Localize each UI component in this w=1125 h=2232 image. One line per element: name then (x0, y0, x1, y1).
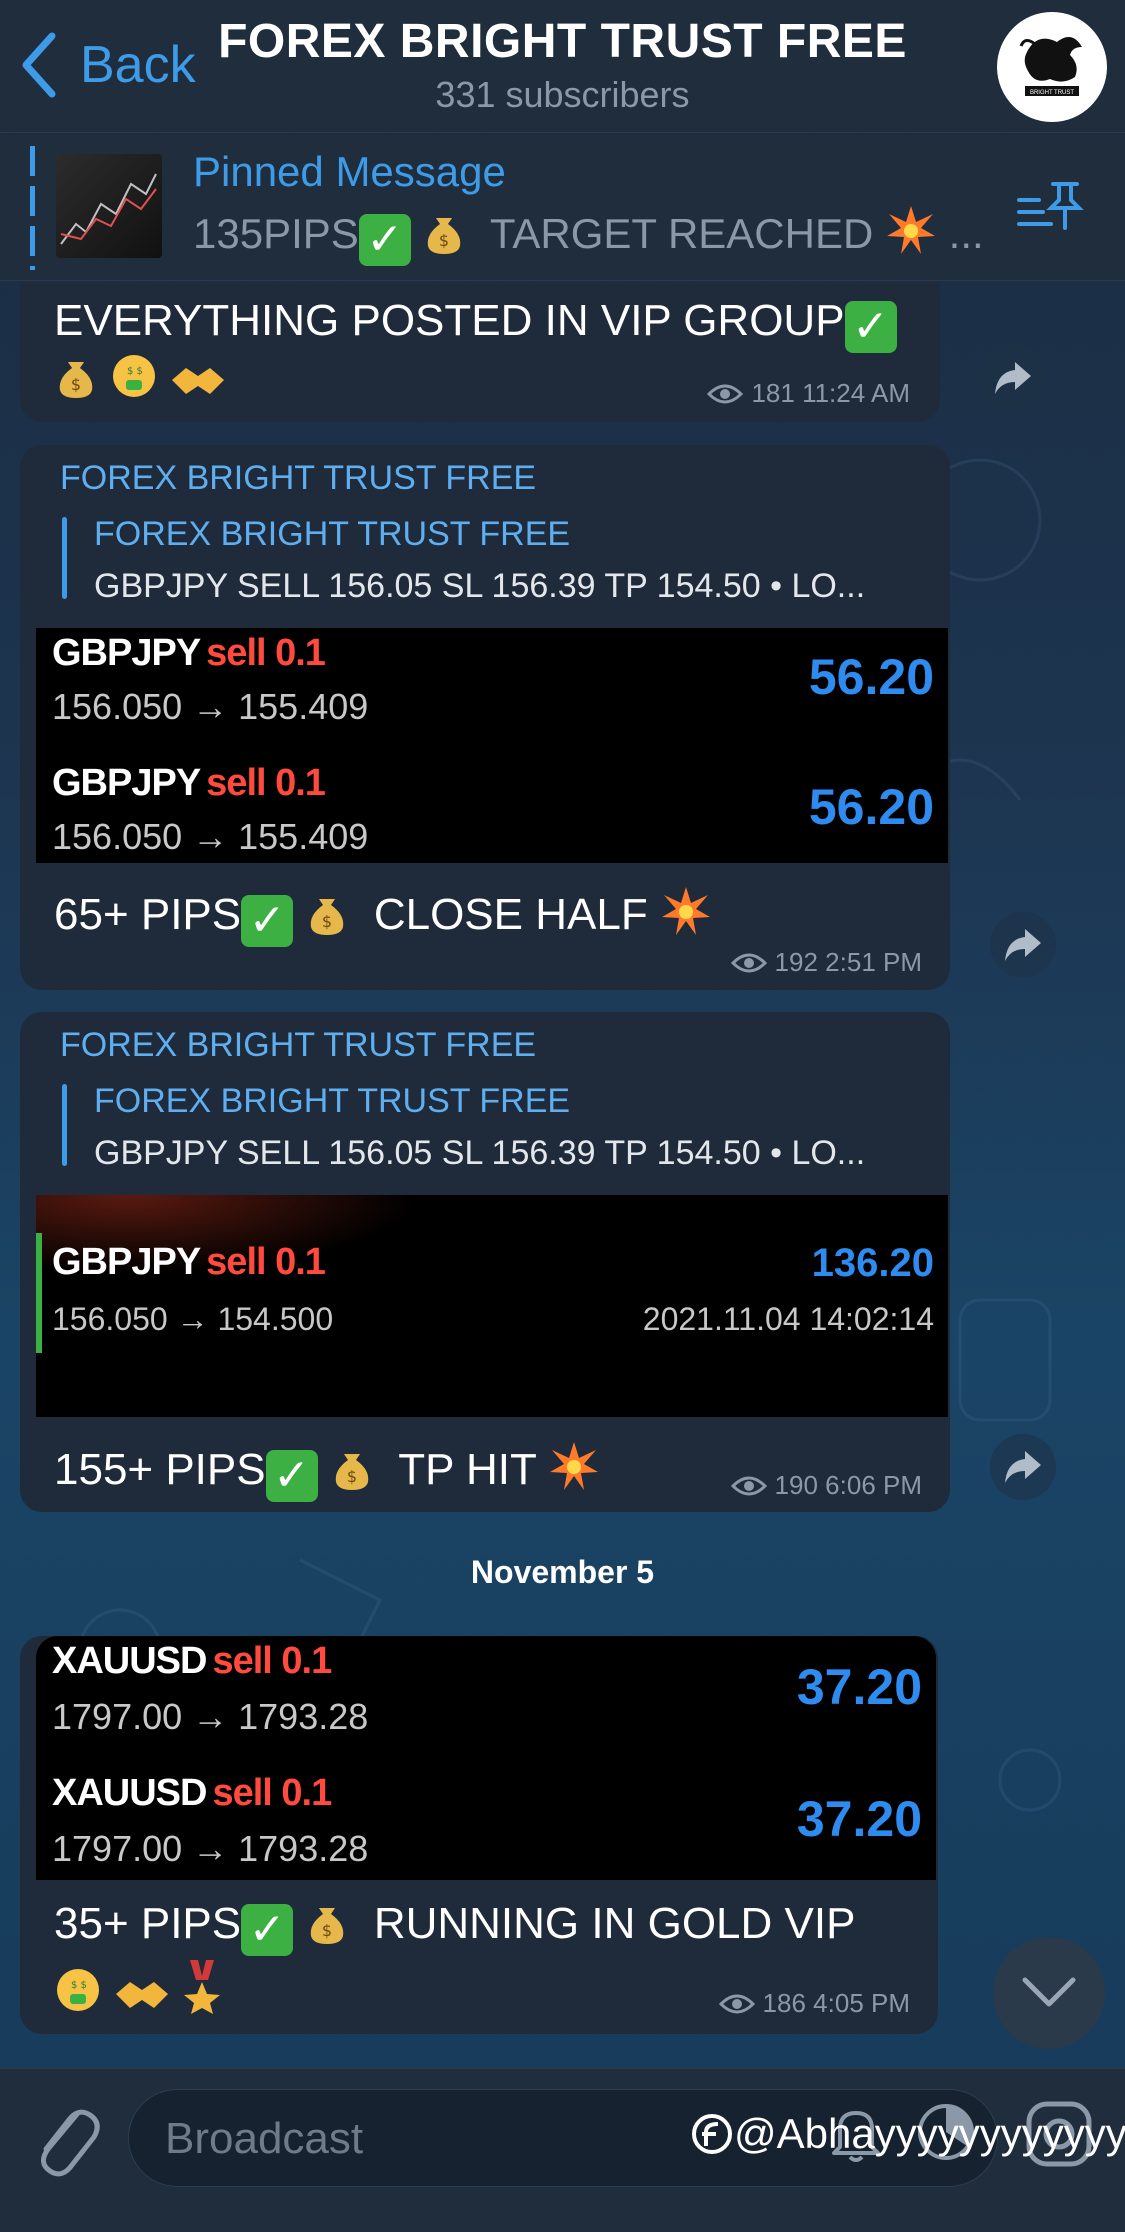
pinned-label: Pinned Message (193, 148, 506, 195)
forward-arrow-icon (995, 362, 1031, 394)
svg-text:$: $ (322, 1921, 332, 1940)
trade-profit: 56.20 (808, 779, 934, 835)
collision-icon (886, 206, 935, 254)
trade-screenshot[interactable]: XAUUSD sell 0.1 1797.00 → 1793.28 37.20 X… (36, 1636, 936, 1880)
forward-arrow-icon (1005, 1451, 1041, 1483)
quote-indicator (62, 517, 67, 599)
pinned-message-bar[interactable]: Pinned Message 135PIPS ✓ $ TARGET REACHED… (0, 134, 1125, 281)
pinned-text: 135PIPS ✓ $ TARGET REACHED ... (193, 204, 984, 266)
trade-profit: 136.20 (811, 1241, 934, 1285)
trade-symbol: GBPJPY sell 0.1 (52, 632, 326, 674)
subscriber-count: 331 subscribers (435, 74, 690, 115)
trade-prices: 156.050 → 155.409 (52, 686, 369, 727)
message-text: 35+ PIPS ✓ $ RUNNING IN GOLD VIP (54, 1899, 856, 1956)
trade-profit: 56.20 (808, 649, 934, 705)
quote-indicator (62, 1084, 67, 1166)
channel-title[interactable]: FOREX BRIGHT TRUST FREE (0, 14, 1125, 69)
trade-screenshot[interactable]: GBPJPY sell 0.1 156.050 → 155.409 56.20 G… (36, 628, 948, 863)
svg-text:$: $ (347, 1467, 357, 1486)
trade-profit: 37.20 (796, 1791, 922, 1847)
quote-author: FOREX BRIGHT TRUST FREE (94, 515, 571, 553)
money-bag-icon: $ (59, 362, 93, 398)
svg-text:$: $ (71, 375, 81, 394)
chart-thumbnail-icon (60, 173, 157, 245)
position-indicator (36, 1233, 42, 1353)
trade-symbol: GBPJPY sell 0.1 (52, 762, 326, 804)
channel-avatar[interactable]: BRIGHT TRUST (997, 12, 1107, 122)
handshake-icon (116, 1982, 169, 2008)
eye-icon (730, 953, 767, 972)
trade-screenshot[interactable]: GBPJPY sell 0.1 156.050 → 154.500 136.20 … (36, 1195, 948, 1417)
pinned-indicator (30, 146, 35, 270)
handshake-icon (172, 368, 225, 394)
svg-text:$ $: $ $ (127, 366, 143, 377)
message-bubble: FOREX BRIGHT TRUST FREE FOREX BRIGHT TRU… (20, 445, 950, 990)
message-bubble: EVERYTHING POSTED IN VIP GROUP ✓ $ $ $ 18… (20, 282, 940, 422)
emoji-row: $ $ (54, 1958, 222, 2017)
message-meta: 181 11:24 AM (707, 378, 910, 409)
check-mark-icon: ✓ (265, 1450, 318, 1502)
forward-arrow-icon (1005, 929, 1041, 961)
chat-header: Back FOREX BRIGHT TRUST FREE 331 subscri… (0, 0, 1125, 133)
scroll-to-bottom-button[interactable] (993, 1937, 1105, 2049)
message-text: 65+ PIPS ✓ $ CLOSE HALF (54, 885, 712, 947)
input-placeholder: Broadcast (165, 2114, 364, 2163)
check-mark-icon: ✓ (241, 1904, 294, 1956)
money-bag-icon: $ (311, 1908, 344, 1944)
check-mark-icon: ✓ (844, 301, 897, 353)
check-mark-icon: ✓ (241, 895, 294, 947)
svg-text:$: $ (322, 912, 332, 931)
bull-logo-icon: BRIGHT TRUST (1019, 37, 1082, 96)
emoji-row: $ $ $ (54, 352, 226, 403)
trade-prices: 156.050 → 154.500 (52, 1301, 334, 1337)
svg-text:$ $: $ $ (71, 1980, 87, 1991)
military-medal-icon (184, 1960, 221, 2014)
pinned-thumbnail (56, 154, 162, 258)
collision-icon (550, 1442, 599, 1490)
svg-text:BRIGHT TRUST: BRIGHT TRUST (1030, 90, 1074, 96)
pin-list-icon[interactable] (1015, 178, 1085, 238)
brand-logo-icon (692, 2114, 732, 2154)
trade-prices: 156.050 → 155.409 (52, 816, 369, 857)
eye-icon (718, 1994, 755, 2013)
share-button[interactable] (990, 912, 1056, 978)
chevron-down-icon (1022, 1977, 1076, 2007)
trade-symbol: XAUUSD sell 0.1 (52, 1640, 332, 1682)
svg-text:$: $ (439, 231, 449, 250)
watermark-text: @Abhayyyyyyyyyyyy (734, 2110, 1125, 2157)
trade-timestamp: 2021.11.04 14:02:14 (642, 1301, 934, 1337)
sender-name[interactable]: FOREX BRIGHT TRUST FREE (60, 1026, 536, 1065)
share-button[interactable] (990, 1434, 1056, 1500)
eye-icon (730, 1476, 767, 1495)
date-separator: November 5 (470, 1554, 655, 1590)
watermark: @Abhayyyyyyyyyyyy (690, 2110, 1125, 2158)
trade-prices: 1797.00 → 1793.28 (52, 1696, 369, 1737)
quote-text: GBPJPY SELL 156.05 SL 156.39 TP 154.50 •… (94, 1134, 866, 1172)
trade-symbol: XAUUSD sell 0.1 (52, 1772, 332, 1814)
eye-icon (707, 384, 744, 403)
message-meta: 192 2:51 PM (730, 947, 922, 978)
money-mouth-face-icon: $ $ (57, 1969, 99, 2011)
money-mouth-face-icon: $ $ (113, 355, 156, 397)
sender-name[interactable]: FOREX BRIGHT TRUST FREE (60, 459, 536, 498)
trade-symbol: GBPJPY sell 0.1 (52, 1241, 326, 1283)
check-mark-icon: ✓ (358, 214, 411, 266)
quote-author: FOREX BRIGHT TRUST FREE (94, 1082, 571, 1120)
message-text: 155+ PIPS ✓ $ TP HIT (54, 1440, 600, 1502)
money-bag-icon: $ (428, 218, 461, 254)
collision-icon (661, 887, 710, 935)
message-bubble: XAUUSD sell 0.1 1797.00 → 1793.28 37.20 X… (20, 1636, 938, 2034)
message-bubble: FOREX BRIGHT TRUST FREE FOREX BRIGHT TRU… (20, 1012, 950, 1512)
paperclip-icon[interactable] (28, 2093, 100, 2181)
message-text: EVERYTHING POSTED IN VIP GROUP ✓ (54, 296, 897, 353)
money-bag-icon: $ (335, 1454, 369, 1490)
money-bag-icon: $ (311, 899, 344, 935)
quote-text: GBPJPY SELL 156.05 SL 156.39 TP 154.50 •… (94, 567, 866, 605)
trade-profit: 37.20 (796, 1659, 922, 1715)
message-meta: 190 6:06 PM (730, 1470, 922, 1501)
share-button[interactable] (980, 345, 1046, 411)
message-meta: 186 4:05 PM (718, 1988, 910, 2019)
trade-prices: 1797.00 → 1793.28 (52, 1828, 369, 1869)
